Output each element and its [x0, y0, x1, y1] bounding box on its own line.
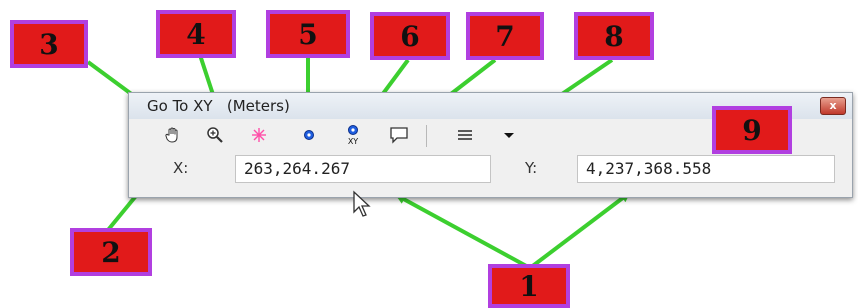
callout-5: 5 [266, 10, 350, 58]
mouse-cursor-icon [353, 190, 371, 217]
add-point-icon [304, 130, 314, 140]
callout-8: 8 [574, 12, 654, 60]
pan-button[interactable] [159, 123, 187, 147]
add-callout-button[interactable] [385, 123, 413, 147]
add-labeled-point-icon: XY [348, 125, 358, 146]
menu-lines-icon [458, 130, 472, 140]
dialog-title: Go To XY (Meters) [147, 97, 290, 115]
recent-dropdown-button[interactable] [495, 123, 523, 147]
zoom-button[interactable] [201, 123, 229, 147]
callout-7: 7 [466, 12, 544, 60]
units-menu-button[interactable] [451, 123, 479, 147]
toolbar-separator [426, 125, 427, 147]
add-labeled-point-caption: XY [348, 137, 358, 146]
y-coordinate-field[interactable]: 4,237,368.558 [577, 155, 835, 183]
add-labeled-point-button[interactable]: XY [339, 123, 367, 147]
callout-4: 4 [156, 10, 236, 58]
flash-button[interactable] [245, 123, 273, 147]
close-button[interactable]: x [820, 97, 846, 115]
callout-3: 3 [10, 20, 88, 68]
callout-1: 1 [488, 264, 570, 308]
callout-2: 2 [70, 228, 152, 276]
zoom-in-icon [207, 127, 223, 143]
y-label: Y: [525, 159, 538, 177]
callout-9: 9 [712, 106, 792, 154]
flash-location-icon [252, 128, 266, 142]
x-coordinate-field[interactable]: 263,264.267 [235, 155, 491, 183]
hand-pan-icon [165, 127, 178, 143]
dropdown-arrow-icon [504, 133, 514, 138]
x-label: X: [173, 159, 189, 177]
callout-icon [390, 127, 408, 144]
callout-6: 6 [370, 12, 450, 60]
arrow-1b [528, 192, 631, 270]
add-point-button[interactable] [295, 123, 323, 147]
arrow-1a [395, 194, 531, 270]
